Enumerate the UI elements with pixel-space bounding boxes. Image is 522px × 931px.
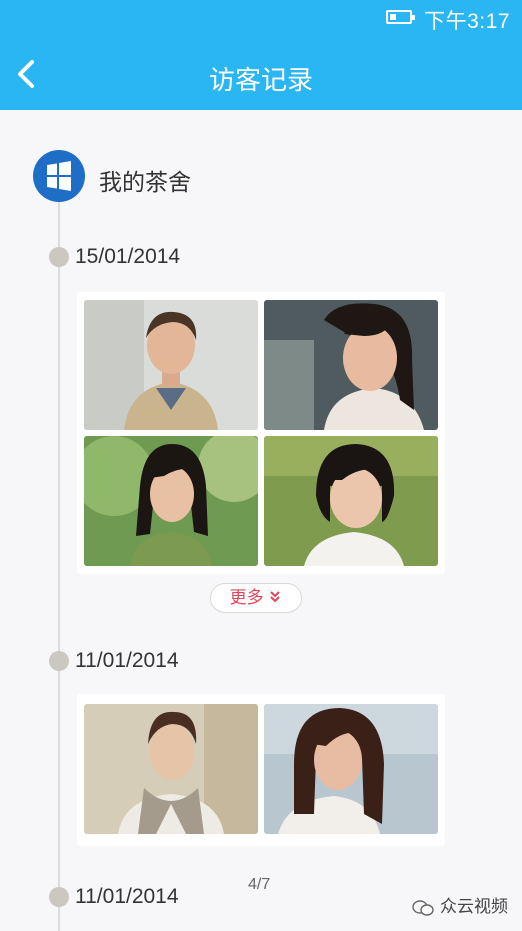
timeline-dot: [49, 247, 69, 267]
timeline-line: [58, 200, 60, 931]
page-indicator: 4/7: [248, 876, 271, 893]
timeline-dot: [49, 651, 69, 671]
more-button[interactable]: 更多: [210, 583, 302, 613]
visitor-photo[interactable]: [84, 300, 258, 430]
nav-bar: 访客记录: [0, 38, 522, 110]
status-time: 下午3:17: [424, 10, 510, 33]
date-label: 11/01/2014: [75, 649, 179, 672]
chat-bubble-icon: [412, 899, 434, 916]
visitor-photo[interactable]: [264, 704, 438, 834]
timeline-dot: [49, 887, 69, 907]
double-chevron-down-icon: [270, 591, 281, 603]
battery-icon: [386, 10, 415, 24]
windows-logo-icon: [33, 150, 85, 202]
more-label: 更多: [229, 588, 264, 607]
photo-card: [77, 694, 445, 846]
date-label: 11/01/2014: [75, 885, 179, 908]
watermark: 众云视频: [412, 892, 508, 917]
visitor-photo[interactable]: [84, 436, 258, 566]
photo-card: [77, 292, 445, 574]
visitor-photo[interactable]: [84, 704, 258, 834]
page-title: 访客记录: [208, 65, 313, 95]
status-bar: 下午3:17: [0, 0, 522, 38]
shop-name: 我的茶舍: [99, 169, 191, 195]
watermark-text: 众云视频: [440, 897, 508, 916]
visitor-photo[interactable]: [264, 300, 438, 430]
date-label: 15/01/2014: [75, 245, 181, 268]
visitor-photo[interactable]: [264, 436, 438, 566]
